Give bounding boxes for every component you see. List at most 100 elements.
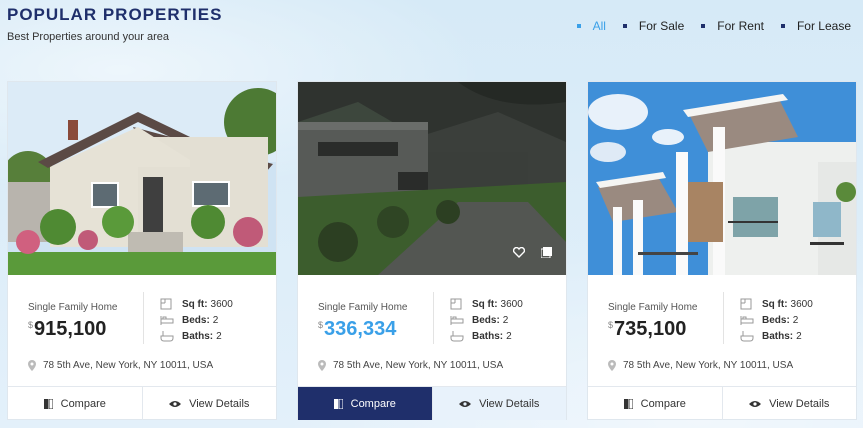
- address-text: 78 5th Ave, New York, NY 10011, USA: [333, 360, 504, 371]
- property-type: Single Family Home: [608, 302, 698, 313]
- address-text: 78 5th Ave, New York, NY 10011, USA: [43, 360, 214, 371]
- spec-label: Baths:: [762, 330, 794, 342]
- spec-sqft: Sq ft: 3600: [740, 298, 813, 310]
- property-card[interactable]: Single Family Home $336,334 Sq ft: 3600 B…: [297, 81, 567, 420]
- spec-beds: Beds: 2: [450, 314, 508, 326]
- bath-icon: [740, 331, 754, 342]
- card-actions: Compare View Details: [298, 386, 566, 420]
- filter-tabs: All For Sale For Rent For Lease: [560, 19, 851, 33]
- currency-symbol: $: [28, 320, 34, 330]
- property-address: 78 5th Ave, New York, NY 10011, USA: [28, 360, 213, 371]
- card-actions: Compare View Details: [588, 386, 856, 420]
- filter-label: For Lease: [796, 19, 851, 33]
- spec-label: Sq ft:: [182, 298, 208, 310]
- bullet-icon: [622, 24, 627, 28]
- divider: [723, 292, 724, 344]
- compare-label: Compare: [350, 397, 396, 410]
- spec-baths: Baths: 2: [160, 330, 222, 342]
- price-value: 735,100: [614, 318, 687, 340]
- spec-sqft: Sq ft: 3600: [160, 298, 233, 310]
- compare-button[interactable]: Compare: [588, 387, 722, 420]
- divider: [433, 292, 434, 344]
- section-subtitle: Best Properties around your area: [7, 31, 170, 43]
- currency-symbol: $: [608, 320, 614, 330]
- details-label: View Details: [189, 397, 250, 410]
- property-photo[interactable]: [8, 82, 276, 275]
- property-price: $915,100: [28, 318, 106, 341]
- spec-value: 2: [212, 314, 219, 326]
- filter-for-sale[interactable]: For Sale: [622, 19, 685, 33]
- filter-for-rent[interactable]: For Rent: [701, 19, 764, 33]
- spec-value: 2: [792, 314, 799, 326]
- location-pin-icon: [608, 360, 616, 371]
- compare-label: Compare: [640, 397, 686, 410]
- photo-overlay-actions: [513, 247, 552, 258]
- compare-icon: [333, 398, 343, 409]
- spec-value: 2: [506, 330, 512, 342]
- spec-value: 3600: [790, 298, 813, 310]
- bullet-icon: [701, 24, 706, 28]
- heart-icon[interactable]: [513, 247, 525, 258]
- section-title: POPULAR PROPERTIES: [7, 5, 223, 24]
- bath-icon: [160, 331, 174, 342]
- filter-label: All: [592, 19, 606, 33]
- spec-label: Beds:: [472, 314, 500, 326]
- view-details-button[interactable]: View Details: [431, 387, 566, 420]
- location-pin-icon: [318, 360, 326, 371]
- bed-icon: [450, 316, 464, 325]
- address-text: 78 5th Ave, New York, NY 10011, USA: [623, 360, 794, 371]
- price-value: 915,100: [34, 318, 107, 340]
- price-value: 336,334: [324, 318, 397, 340]
- compare-button[interactable]: Compare: [298, 387, 432, 420]
- property-photo[interactable]: [298, 82, 566, 275]
- compare-button[interactable]: Compare: [8, 387, 142, 420]
- property-photo[interactable]: [588, 82, 856, 275]
- spec-label: Baths:: [472, 330, 504, 342]
- spec-value: 3600: [210, 298, 233, 310]
- spec-baths: Baths: 2: [740, 330, 802, 342]
- details-label: View Details: [479, 397, 540, 410]
- area-icon: [740, 298, 752, 310]
- bed-icon: [740, 316, 754, 325]
- eye-icon: [459, 400, 472, 407]
- card-actions: Compare View Details: [8, 386, 276, 420]
- property-card[interactable]: Single Family Home $735,100 Sq ft: 3600 B…: [587, 81, 857, 420]
- property-price: $336,334: [318, 318, 396, 341]
- compare-icon: [43, 398, 53, 409]
- spec-value: 2: [502, 314, 509, 326]
- filter-label: For Rent: [717, 19, 764, 33]
- property-address: 78 5th Ave, New York, NY 10011, USA: [318, 360, 503, 371]
- spec-value: 2: [796, 330, 802, 342]
- spec-value: 3600: [500, 298, 523, 310]
- property-price: $735,100: [608, 318, 686, 341]
- spec-beds: Beds: 2: [740, 314, 798, 326]
- details-label: View Details: [769, 397, 830, 410]
- spec-beds: Beds: 2: [160, 314, 218, 326]
- property-type: Single Family Home: [318, 302, 408, 313]
- property-card[interactable]: Single Family Home $915,100 Sq ft: 3600 B…: [7, 81, 277, 420]
- eye-icon: [169, 400, 182, 407]
- bullet-icon: [576, 24, 581, 28]
- eye-icon: [749, 400, 762, 407]
- property-type: Single Family Home: [28, 302, 118, 313]
- spec-value: 2: [216, 330, 222, 342]
- spec-label: Sq ft:: [762, 298, 788, 310]
- location-pin-icon: [28, 360, 36, 371]
- gallery-icon[interactable]: [541, 247, 552, 258]
- spec-sqft: Sq ft: 3600: [450, 298, 523, 310]
- spec-baths: Baths: 2: [450, 330, 512, 342]
- filter-for-lease[interactable]: For Lease: [780, 19, 851, 33]
- area-icon: [160, 298, 172, 310]
- compare-icon: [623, 398, 633, 409]
- bath-icon: [450, 331, 464, 342]
- compare-label: Compare: [60, 397, 106, 410]
- filter-label: For Sale: [638, 19, 685, 33]
- view-details-button[interactable]: View Details: [721, 387, 857, 420]
- filter-all[interactable]: All: [576, 19, 606, 33]
- spec-label: Beds:: [182, 314, 210, 326]
- area-icon: [450, 298, 462, 310]
- bullet-icon: [780, 24, 785, 28]
- property-address: 78 5th Ave, New York, NY 10011, USA: [608, 360, 793, 371]
- spec-label: Sq ft:: [472, 298, 498, 310]
- view-details-button[interactable]: View Details: [141, 387, 277, 420]
